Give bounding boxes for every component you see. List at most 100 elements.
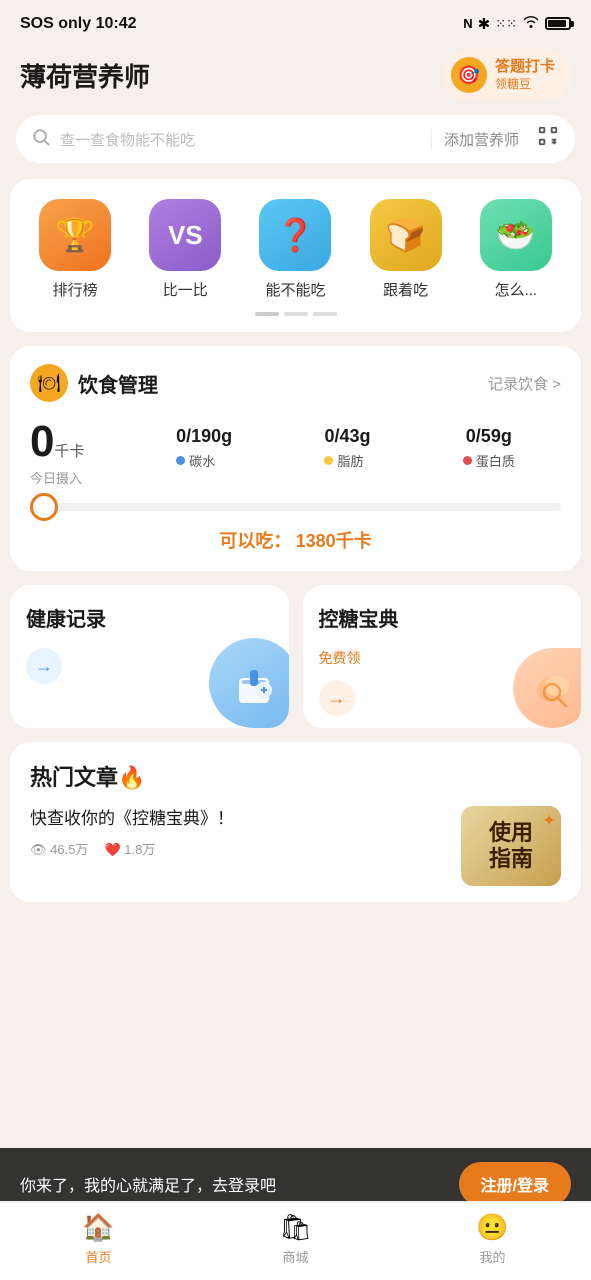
health-card-image (209, 638, 289, 728)
nav-item-shop[interactable]: 🛍 商城 (256, 1212, 336, 1266)
dati-badge[interactable]: 🎯 答题打卡 领糖豆 (443, 49, 571, 101)
cat-icon-compare: VS (149, 199, 221, 271)
sugar-arrow-btn[interactable]: → (319, 680, 355, 716)
diet-title-row: 🍽 饮食管理 (30, 364, 158, 402)
bt-icon: ✱ (478, 15, 491, 33)
signal-icon: ⁙⁙ (495, 16, 517, 32)
calories-label: 今日摄入 (30, 468, 130, 487)
calories-progress (30, 503, 561, 511)
fat-label: 脂肪 (324, 451, 370, 470)
fat-dot (324, 456, 333, 465)
category-item-1[interactable]: VS 比一比 (145, 199, 225, 300)
app-title: 薄荷营养师 (20, 57, 150, 94)
article-title-0: 快查收你的《控糖宝典》！ (30, 806, 447, 832)
dati-icon: 🎯 (451, 57, 487, 93)
articles-section: 热门文章🔥 快查收你的《控糖宝典》！ 👁 46.5万 ❤️ 1.8万 使用指南 … (10, 742, 581, 902)
search-placeholder[interactable]: 查一查食物能不能吃 (60, 129, 421, 150)
health-card[interactable]: 健康记录 → (10, 585, 289, 728)
dati-top: 答题打卡 (495, 57, 555, 77)
can-eat-row: 可以吃： 1380千卡 (30, 527, 561, 553)
cards-row: 健康记录 → 控糖宝典 免费领 → (10, 585, 581, 728)
diet-stats: 0千卡 今日摄入 0/190g 碳水 0/43g 脂肪 0/59g (30, 420, 561, 487)
status-bar: SOS only 10:42 N ✱ ⁙⁙ (0, 0, 591, 39)
bottom-nav: 🏠 首页 🛍 商城 😐 我的 (0, 1201, 591, 1280)
search-icon (32, 128, 50, 151)
can-eat-prefix: 可以吃： (219, 531, 291, 551)
dati-emoji: 🎯 (458, 65, 480, 86)
cat-label-1: 比一比 (163, 279, 208, 300)
health-card-title: 健康记录 (26, 603, 273, 632)
article-stats-0: 👁 46.5万 ❤️ 1.8万 (30, 840, 447, 860)
nav-item-home[interactable]: 🏠 首页 (59, 1212, 139, 1266)
cat-label-2: 能不能吃 (265, 279, 325, 300)
battery-icon (545, 17, 571, 30)
login-banner-text: 你来了，我的心就满足了，去登录吧 (20, 1172, 276, 1196)
search-section: 查一查食物能不能吃 添加营养师 (0, 115, 591, 179)
scan-icon[interactable] (537, 125, 559, 153)
login-button[interactable]: 注册/登录 (459, 1162, 571, 1206)
dati-text: 答题打卡 领糖豆 (495, 57, 555, 92)
nav-label-home: 首页 (85, 1247, 111, 1266)
dot-0 (255, 312, 279, 316)
record-link[interactable]: 记录饮食 > (488, 373, 561, 394)
protein-dot (463, 456, 472, 465)
category-item-2[interactable]: ❓ 能不能吃 (255, 199, 335, 300)
category-item-0[interactable]: 🏆 排行榜 (35, 199, 115, 300)
calories-value: 0 (30, 417, 54, 466)
nav-item-mine[interactable]: 😐 我的 (453, 1212, 533, 1266)
can-eat-value: 1380千卡 (296, 531, 372, 551)
shop-icon: 🛍 (279, 1212, 312, 1243)
articles-title: 热门文章🔥 (30, 760, 561, 792)
stat-fat: 0/43g 脂肪 (324, 426, 370, 470)
nfc-icon: N (463, 16, 472, 31)
article-likes: ❤️ 1.8万 (104, 840, 155, 860)
carb-val: 0/190g (176, 426, 232, 447)
article-text-0: 快查收你的《控糖宝典》！ 👁 46.5万 ❤️ 1.8万 (30, 806, 447, 859)
header: 薄荷营养师 🎯 答题打卡 领糖豆 (0, 39, 591, 115)
category-item-3[interactable]: 🍞 跟着吃 (366, 199, 446, 300)
scroll-indicator (20, 312, 571, 316)
category-item-4[interactable]: 🥗 怎么... (476, 199, 556, 300)
search-magnify-icon (539, 679, 571, 718)
guide-text: 使用指南 (489, 820, 533, 873)
stat-carb: 0/190g 碳水 (176, 426, 232, 470)
cat-icon-follow: 🍞 (370, 199, 442, 271)
diet-section: 🍽 饮食管理 记录饮食 > 0千卡 今日摄入 0/190g 碳水 0/43g (10, 346, 581, 571)
sugar-card[interactable]: 控糖宝典 免费领 → (303, 585, 582, 728)
sugar-card-title: 控糖宝典 (319, 603, 566, 632)
protein-val: 0/59g (463, 426, 515, 447)
carb-dot (176, 456, 185, 465)
mine-icon: 😐 (476, 1212, 508, 1243)
carb-label: 碳水 (176, 451, 232, 470)
cat-label-0: 排行榜 (53, 279, 98, 300)
status-time: SOS only 10:42 (20, 15, 137, 33)
cat-label-3: 跟着吃 (383, 279, 428, 300)
diet-header: 🍽 饮食管理 记录饮食 > (30, 364, 561, 402)
macro-stats: 0/190g 碳水 0/43g 脂肪 0/59g 蛋白质 (130, 420, 561, 470)
home-icon: 🏠 (82, 1212, 114, 1243)
calories-unit: 千卡 (54, 443, 84, 460)
category-section: 🏆 排行榜 VS 比一比 ❓ 能不能吃 🍞 跟着吃 🥗 怎么... (10, 179, 581, 332)
article-thumb-0: 使用指南 ✦ (461, 806, 561, 886)
calories-main: 0千卡 今日摄入 (30, 420, 130, 487)
article-item-0[interactable]: 快查收你的《控糖宝典》！ 👁 46.5万 ❤️ 1.8万 使用指南 ✦ (30, 806, 561, 902)
search-bar[interactable]: 查一查食物能不能吃 添加营养师 (16, 115, 575, 163)
dot-2 (313, 312, 337, 316)
article-reads: 👁 46.5万 (30, 840, 88, 860)
nav-label-shop: 商城 (282, 1247, 308, 1266)
diet-title: 饮食管理 (78, 369, 158, 398)
health-arrow-btn[interactable]: → (26, 648, 62, 684)
cat-icon-how: 🥗 (480, 199, 552, 271)
wifi-icon (522, 14, 540, 33)
add-nutritionist-btn[interactable]: 添加营养师 (431, 129, 519, 150)
category-row: 🏆 排行榜 VS 比一比 ❓ 能不能吃 🍞 跟着吃 🥗 怎么... (20, 199, 571, 300)
cat-icon-ranking: 🏆 (39, 199, 111, 271)
progress-circle (30, 493, 58, 521)
cat-icon-caneat: ❓ (259, 199, 331, 271)
dati-bot: 领糖豆 (495, 77, 555, 93)
nav-label-mine: 我的 (479, 1247, 505, 1266)
guide-star-icon: ✦ (543, 812, 555, 829)
status-right-icons: N ✱ ⁙⁙ (463, 14, 571, 33)
protein-label: 蛋白质 (463, 451, 515, 470)
stat-protein: 0/59g 蛋白质 (463, 426, 515, 470)
